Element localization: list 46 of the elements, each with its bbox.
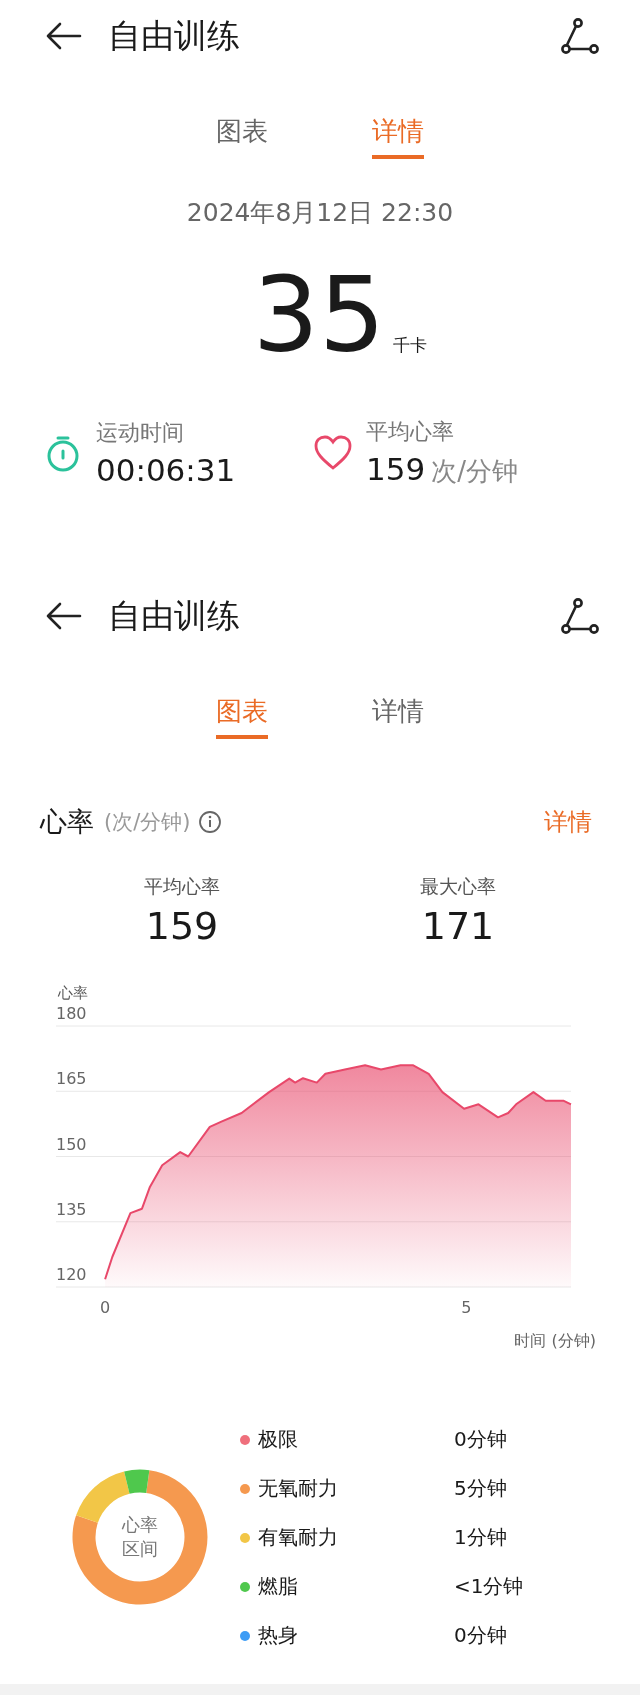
y-tick-label: 180: [56, 1004, 87, 1023]
zone-duration: 0分钟: [454, 1622, 508, 1649]
stat-unit: 次/分钟: [431, 456, 518, 486]
share-button[interactable]: [560, 18, 600, 54]
zone-name: 有氧耐力: [258, 1524, 339, 1551]
stat-label: 运动时间: [96, 419, 185, 447]
back-button[interactable]: [44, 21, 82, 51]
back-button[interactable]: [44, 601, 82, 631]
x-tick-label: 0: [100, 1298, 111, 1317]
stat-label: 平均心率: [366, 418, 455, 446]
stat-label: 平均心率: [143, 874, 221, 899]
stat-value: 159: [144, 904, 220, 948]
tab[interactable]: 图表: [216, 694, 268, 739]
stat-label: 最大心率: [419, 874, 497, 899]
y-tick-label: 165: [56, 1069, 87, 1089]
tab[interactable]: 详情: [372, 694, 424, 739]
x-tick-label: 5: [461, 1298, 472, 1317]
tab[interactable]: 详情: [372, 114, 424, 159]
y-tick-label: 120: [56, 1265, 87, 1284]
calories-value: 35: [252, 263, 386, 367]
zone-duration: <1分钟: [454, 1573, 524, 1600]
stat-value: 159: [366, 451, 426, 487]
details-link[interactable]: 详情: [544, 806, 592, 838]
zone-duration: 1分钟: [454, 1524, 508, 1551]
info-icon[interactable]: [198, 810, 223, 834]
x-axis-title: 时间 (分钟): [514, 1331, 596, 1350]
zone-duration: 0分钟: [454, 1426, 508, 1453]
page-title: 自由训练: [108, 594, 241, 637]
share-button[interactable]: [560, 598, 600, 634]
tab[interactable]: 图表: [216, 114, 268, 159]
section-unit: (次/分钟): [104, 809, 191, 836]
section-title: 心率: [40, 805, 94, 839]
donut-center-label: 心率区间: [121, 1513, 159, 1561]
zone-duration: 5分钟: [454, 1475, 508, 1502]
y-axis-title: 心率: [58, 984, 88, 1002]
zone-name: 燃脂: [258, 1573, 299, 1600]
stat-value: 171: [420, 904, 496, 948]
zone-name: 热身: [258, 1622, 299, 1649]
y-tick-label: 135: [56, 1199, 87, 1219]
stat-value: 00:06:31: [96, 452, 236, 488]
page-title: 自由训练: [108, 14, 241, 57]
calories-unit: 千卡: [393, 334, 428, 357]
y-tick-label: 150: [56, 1134, 87, 1154]
zone-name: 极限: [258, 1426, 299, 1453]
workout-date: 2024年8月12日 22:30: [185, 197, 455, 229]
zone-name: 无氧耐力: [258, 1475, 339, 1502]
